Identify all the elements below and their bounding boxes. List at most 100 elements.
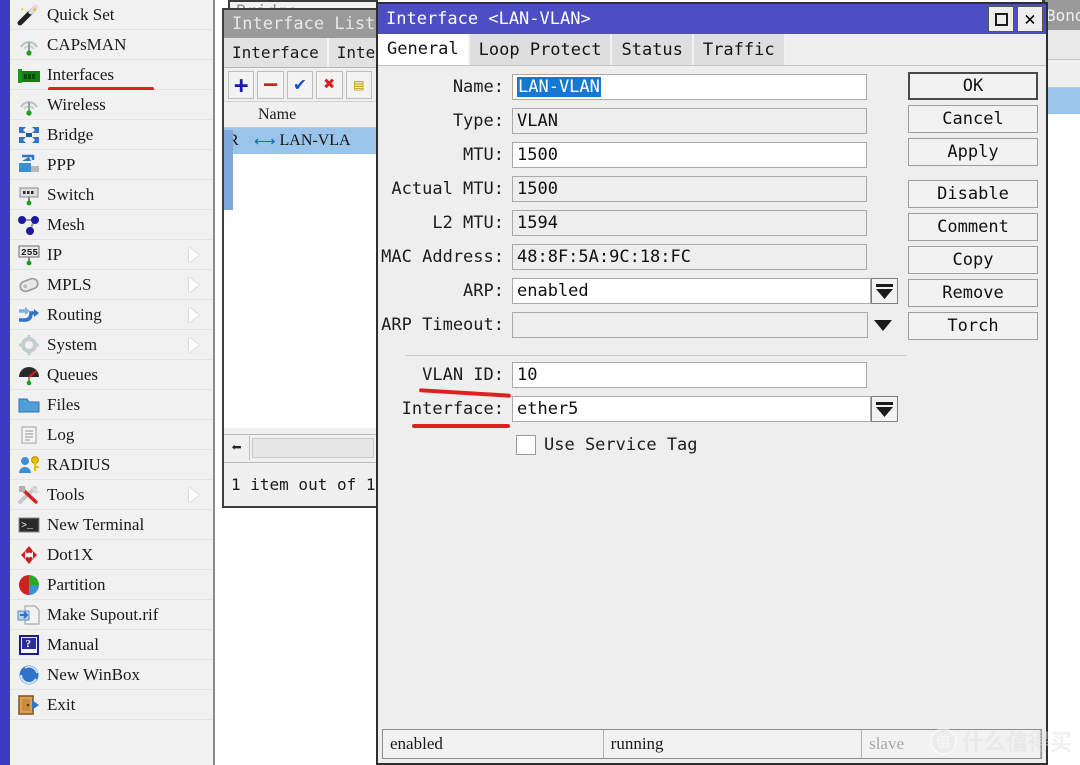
arp-field[interactable]: enabled <box>512 278 871 304</box>
sidebar-item-routing[interactable]: Routing <box>10 300 213 330</box>
arp-dropdown-button[interactable] <box>871 278 898 304</box>
mtu-field[interactable]: 1500 <box>512 142 867 168</box>
add-button[interactable]: + <box>228 70 255 99</box>
dialog-window-controls[interactable]: ✕ <box>988 6 1043 32</box>
antenna-icon <box>16 93 42 117</box>
arp-timeout-field[interactable] <box>512 312 868 338</box>
sidebar-item-files[interactable]: Files <box>10 390 213 420</box>
sidebar-item-make-supout-rif[interactable]: Make Supout.rif <box>10 600 213 630</box>
tab-status[interactable]: Status <box>612 34 694 65</box>
tab-label: Loop Protect <box>478 39 602 60</box>
dialog-titlebar[interactable]: Interface <LAN-VLAN> ✕ <box>378 4 1046 34</box>
sidebar-item-quick-set[interactable]: ✦ ✦ Quick Set <box>10 0 213 30</box>
dialog-button-column[interactable]: OK Cancel Apply Disable Comment Copy Remove Tor… <box>908 72 1038 340</box>
mac-address-field[interactable]: 48:8F:5A:9C:18:FC <box>512 244 867 270</box>
sidebar-item-new-terminal[interactable]: >_ New Terminal <box>10 510 213 540</box>
mac-address-value: 48:8F:5A:9C:18:FC <box>517 247 691 267</box>
interface-dialog[interactable]: Interface <LAN-VLAN> ✕ General Loop Prote… <box>376 2 1048 765</box>
label-name: Name: <box>452 77 504 97</box>
cancel-button[interactable]: Cancel <box>908 105 1038 133</box>
sidebar-item-label: Interfaces <box>47 64 115 84</box>
actual-mtu-value: 1500 <box>517 179 558 199</box>
status-text: running <box>610 734 664 753</box>
field-row-l2-mtu: L2 MTU: 1594 <box>378 206 902 240</box>
comment-button[interactable]: ▤ <box>345 70 373 99</box>
sidebar-item-label: Exit <box>47 694 76 714</box>
sidebar-item-switch[interactable]: Switch <box>10 180 213 210</box>
close-button[interactable]: ✕ <box>1017 6 1043 32</box>
sidebar-item-log[interactable]: Log <box>10 420 213 450</box>
torch-button[interactable]: Torch <box>908 312 1038 340</box>
actual-mtu-field[interactable]: 1500 <box>512 176 867 202</box>
enable-button[interactable]: ✔ <box>286 70 314 99</box>
maximize-button[interactable] <box>988 6 1014 32</box>
tab-traffic[interactable]: Traffic <box>693 34 786 65</box>
label-arp-timeout: ARP Timeout: <box>381 315 504 335</box>
interface-list-body[interactable]: R ⟷ LAN-VLA <box>224 128 376 428</box>
sidebar-item-label: CAPsMAN <box>47 34 127 54</box>
l2-mtu-field[interactable]: 1594 <box>512 210 867 236</box>
interface-list-window[interactable]: Interface List Interface Inte + — ✔ ✖ ▤ … <box>222 8 386 508</box>
button-label: Comment <box>937 217 1009 237</box>
sidebar-item-capsman[interactable]: CAPsMAN <box>10 30 213 60</box>
sidebar-item-label: Mesh <box>47 214 85 234</box>
sidebar-item-bridge[interactable]: Bridge <box>10 120 213 150</box>
sidebar-item-interfaces[interactable]: Interfaces <box>10 60 213 91</box>
interface-list-tabbar[interactable]: Interface Inte <box>224 38 386 68</box>
tab-general[interactable]: General <box>378 34 470 65</box>
tab-interface[interactable]: Interface <box>224 38 329 67</box>
sidebar-item-mesh[interactable]: Mesh <box>10 210 213 240</box>
apply-button[interactable]: Apply <box>908 138 1038 166</box>
sidebar-item-dot1x[interactable]: Dot1X <box>10 540 213 570</box>
sidebar-item-label: New WinBox <box>47 664 140 684</box>
svg-text:?: ? <box>26 638 32 650</box>
scroll-left-arrow-icon[interactable]: ⬅ <box>224 435 250 460</box>
sidebar-item-radius[interactable]: RADIUS <box>10 450 213 480</box>
arp-timeout-chevron-down-icon[interactable] <box>868 312 898 338</box>
interface-dropdown-button[interactable] <box>871 396 898 422</box>
sidebar-menu[interactable]: ✦ ✦ Quick Set CAPsMAN Interfaces Wireless Brid… <box>10 0 215 765</box>
type-field[interactable]: VLAN <box>512 108 867 134</box>
sidebar-item-exit[interactable]: Exit <box>10 690 213 720</box>
interface-field[interactable]: ether5 <box>512 396 871 422</box>
button-label: Torch <box>947 316 999 336</box>
vlan-id-field[interactable]: 10 <box>512 362 867 388</box>
sidebar-item-tools[interactable]: Tools <box>10 480 213 510</box>
sidebar-item-partition[interactable]: Partition <box>10 570 213 600</box>
dialog-tabbar[interactable]: General Loop Protect Status Traffic <box>378 34 1046 66</box>
remove-button[interactable]: — <box>257 70 284 99</box>
table-row[interactable]: R ⟷ LAN-VLA <box>224 128 376 154</box>
ok-button[interactable]: OK <box>908 72 1038 100</box>
winbox-window-titlebar: RouterOS WinBox <box>0 0 10 765</box>
sidebar-item-new-winbox[interactable]: New WinBox <box>10 660 213 690</box>
vlan-icon: ⟷ <box>254 133 276 150</box>
status-text: slave <box>869 734 905 753</box>
chevron-right-icon <box>189 307 199 323</box>
disable-button[interactable]: ✖ <box>316 70 343 99</box>
scroll-thumb[interactable] <box>252 437 374 458</box>
copy-button[interactable]: Copy <box>908 246 1038 274</box>
svg-text:255: 255 <box>21 247 38 258</box>
use-service-tag-checkbox[interactable] <box>516 435 536 455</box>
field-row-vlan-id: VLAN ID: 10 <box>378 358 902 398</box>
use-service-tag-row[interactable]: Use Service Tag <box>378 428 698 462</box>
tab-loop-protect[interactable]: Loop Protect <box>469 34 613 65</box>
status-text: enabled <box>390 734 443 753</box>
horizontal-scrollbar[interactable]: ⬅ <box>224 434 376 460</box>
sidebar-item-queues[interactable]: Queues <box>10 360 213 390</box>
interface-list-toolbar[interactable]: + — ✔ ✖ ▤ <box>224 68 376 102</box>
disable-button[interactable]: Disable <box>908 180 1038 208</box>
sidebar-item-manual[interactable]: ? Manual <box>10 630 213 660</box>
label-mtu: MTU: <box>463 145 504 165</box>
comment-button[interactable]: Comment <box>908 213 1038 241</box>
sidebar-item-ip[interactable]: 255 IP <box>10 240 213 270</box>
sidebar-item-system[interactable]: System <box>10 330 213 360</box>
radius-key-icon <box>16 453 42 477</box>
remove-button[interactable]: Remove <box>908 279 1038 307</box>
vertical-scrollbar[interactable] <box>224 130 233 210</box>
sidebar-item-label: Wireless <box>47 94 106 114</box>
sidebar-item-ppp[interactable]: PPP <box>10 150 213 180</box>
name-field[interactable]: LAN-VLAN <box>512 74 867 100</box>
sidebar-item-wireless[interactable]: Wireless <box>10 90 213 120</box>
sidebar-item-mpls[interactable]: MPLS <box>10 270 213 300</box>
